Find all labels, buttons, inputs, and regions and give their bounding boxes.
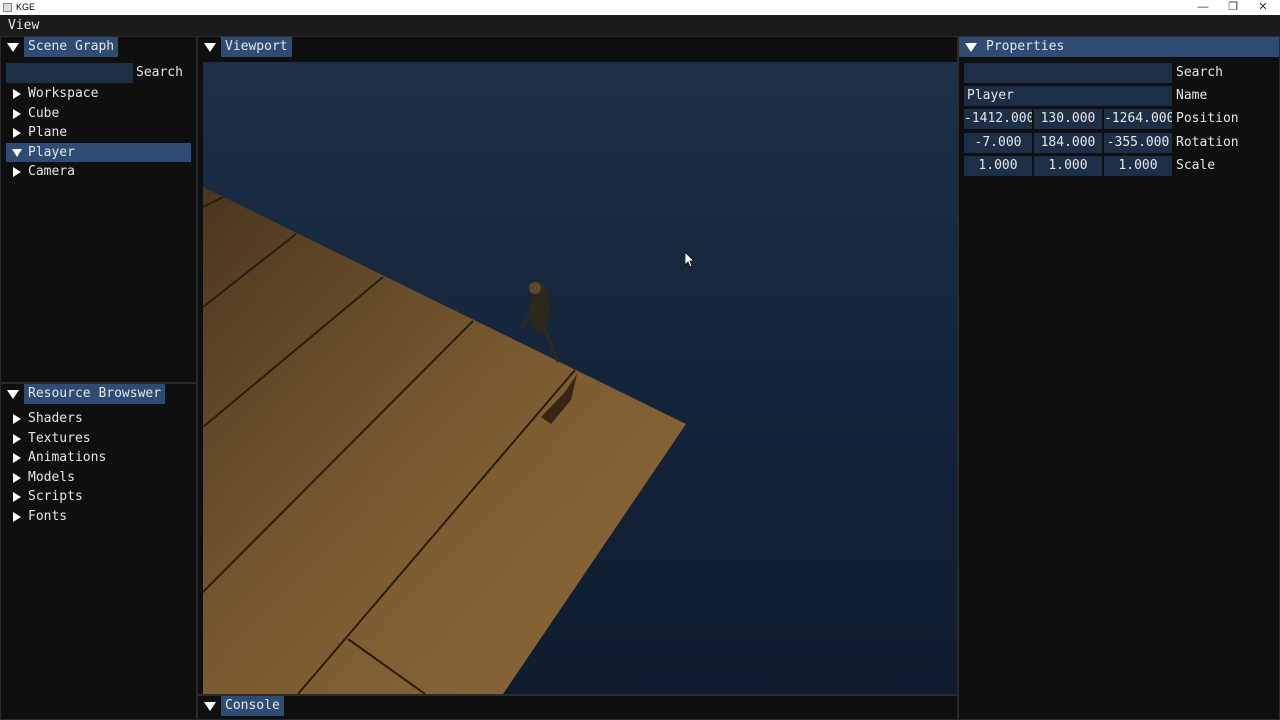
properties-title[interactable]: Properties: [982, 37, 1069, 57]
tree-item-label: Workspace: [28, 86, 99, 101]
collapse-arrow-icon[interactable]: [7, 390, 19, 399]
expand-arrow-icon[interactable]: [13, 472, 21, 483]
resource-item-label: Fonts: [28, 508, 68, 524]
scene-graph-panel: Scene Graph Search Workspace Cube Plane …: [0, 36, 197, 383]
app-icon: [3, 3, 12, 12]
minimize-button[interactable]: —: [1188, 0, 1218, 15]
viewport-canvas[interactable]: [203, 62, 957, 694]
properties-panel: Properties Search Player Name -1412.000 …: [958, 36, 1280, 720]
expand-arrow-icon[interactable]: [13, 433, 21, 444]
tree-item-camera[interactable]: Camera: [6, 162, 191, 182]
scene-graph-search-label: Search: [136, 65, 183, 80]
resource-browser-panel: Resource Browswer Shaders Textures Anima…: [0, 383, 197, 720]
expand-arrow-icon[interactable]: [13, 128, 21, 138]
viewport-title[interactable]: Viewport: [221, 37, 292, 57]
window-title: KGE: [16, 2, 36, 12]
properties-search-input[interactable]: [964, 63, 1172, 83]
expand-arrow-icon[interactable]: [13, 414, 21, 424]
expand-arrow-icon[interactable]: [13, 492, 21, 502]
resource-item-label: Scripts: [28, 489, 83, 504]
console-header: Console: [198, 696, 957, 716]
rotation-y-field[interactable]: 184.000: [1034, 133, 1102, 153]
collapse-arrow-icon[interactable]: [204, 702, 216, 711]
resource-item-label: Textures: [28, 430, 91, 446]
position-y-field[interactable]: 130.000: [1034, 109, 1102, 129]
tree-item-player[interactable]: Player: [6, 142, 191, 162]
name-label: Name: [1176, 88, 1208, 103]
resource-browser-header: Resource Browswer: [1, 384, 196, 404]
console-panel: Console: [197, 695, 958, 720]
menu-view[interactable]: View: [8, 18, 39, 33]
rotation-z-field[interactable]: -355.000: [1104, 133, 1172, 153]
expand-arrow-icon[interactable]: [13, 453, 21, 463]
menu-bar: View: [0, 15, 1280, 36]
expand-arrow-icon[interactable]: [13, 511, 21, 522]
scale-x-field[interactable]: 1.000: [964, 156, 1032, 176]
resource-item-label: Shaders: [28, 411, 83, 426]
resource-item-fonts[interactable]: Fonts: [6, 507, 191, 527]
name-field[interactable]: Player: [964, 86, 1172, 106]
resource-item-label: Models: [28, 469, 75, 485]
scene-graph-title[interactable]: Scene Graph: [24, 37, 119, 57]
collapse-arrow-icon[interactable]: [204, 43, 216, 52]
resource-browser-title[interactable]: Resource Browswer: [24, 384, 166, 404]
console-title[interactable]: Console: [221, 696, 284, 716]
rotation-x-field[interactable]: -7.000: [964, 133, 1032, 153]
resource-tree: Shaders Textures Animations Models Scrip…: [6, 409, 191, 526]
position-z-field[interactable]: -1264.000: [1104, 109, 1172, 129]
collapse-arrow-icon[interactable]: [7, 43, 19, 52]
tree-item-label: Plane: [28, 125, 68, 140]
properties-search-label: Search: [1176, 65, 1223, 80]
scene-graph-tree: Workspace Cube Plane Player Camera: [6, 84, 191, 182]
resource-item-animations[interactable]: Animations: [6, 448, 191, 468]
tree-item-plane[interactable]: Plane: [6, 123, 191, 143]
scene-graph-header: Scene Graph: [1, 37, 196, 57]
tree-item-cube[interactable]: Cube: [6, 104, 191, 124]
close-button[interactable]: ✕: [1248, 0, 1278, 15]
resource-item-shaders[interactable]: Shaders: [6, 409, 191, 429]
mouse-cursor-icon: [685, 252, 695, 268]
scene-render: [203, 62, 957, 694]
viewport-header: Viewport: [198, 37, 957, 57]
scale-label: Scale: [1176, 158, 1216, 173]
rotation-label: Rotation: [1176, 135, 1239, 150]
position-x-field[interactable]: -1412.000: [964, 109, 1032, 129]
scale-y-field[interactable]: 1.000: [1034, 156, 1102, 176]
resource-item-scripts[interactable]: Scripts: [6, 487, 191, 507]
tree-item-label: Player: [28, 144, 75, 160]
viewport-panel: Viewport: [197, 36, 958, 695]
expand-arrow-icon[interactable]: [13, 108, 21, 119]
collapse-arrow-icon[interactable]: [12, 148, 22, 157]
collapse-arrow-icon[interactable]: [965, 43, 977, 52]
tree-item-workspace[interactable]: Workspace: [6, 84, 191, 104]
scale-z-field[interactable]: 1.000: [1104, 156, 1172, 176]
expand-arrow-icon[interactable]: [13, 167, 21, 177]
tree-item-label: Cube: [28, 105, 60, 121]
position-label: Position: [1176, 111, 1239, 126]
scene-graph-search-input[interactable]: [6, 63, 133, 83]
tree-item-label: Camera: [28, 164, 75, 179]
resource-item-textures[interactable]: Textures: [6, 429, 191, 449]
window-titlebar: KGE — ❐ ✕: [0, 0, 1280, 15]
expand-arrow-icon[interactable]: [13, 89, 21, 99]
resource-item-models[interactable]: Models: [6, 468, 191, 488]
resource-item-label: Animations: [28, 450, 107, 465]
maximize-button[interactable]: ❐: [1218, 0, 1248, 15]
properties-header: Properties: [959, 37, 1279, 57]
